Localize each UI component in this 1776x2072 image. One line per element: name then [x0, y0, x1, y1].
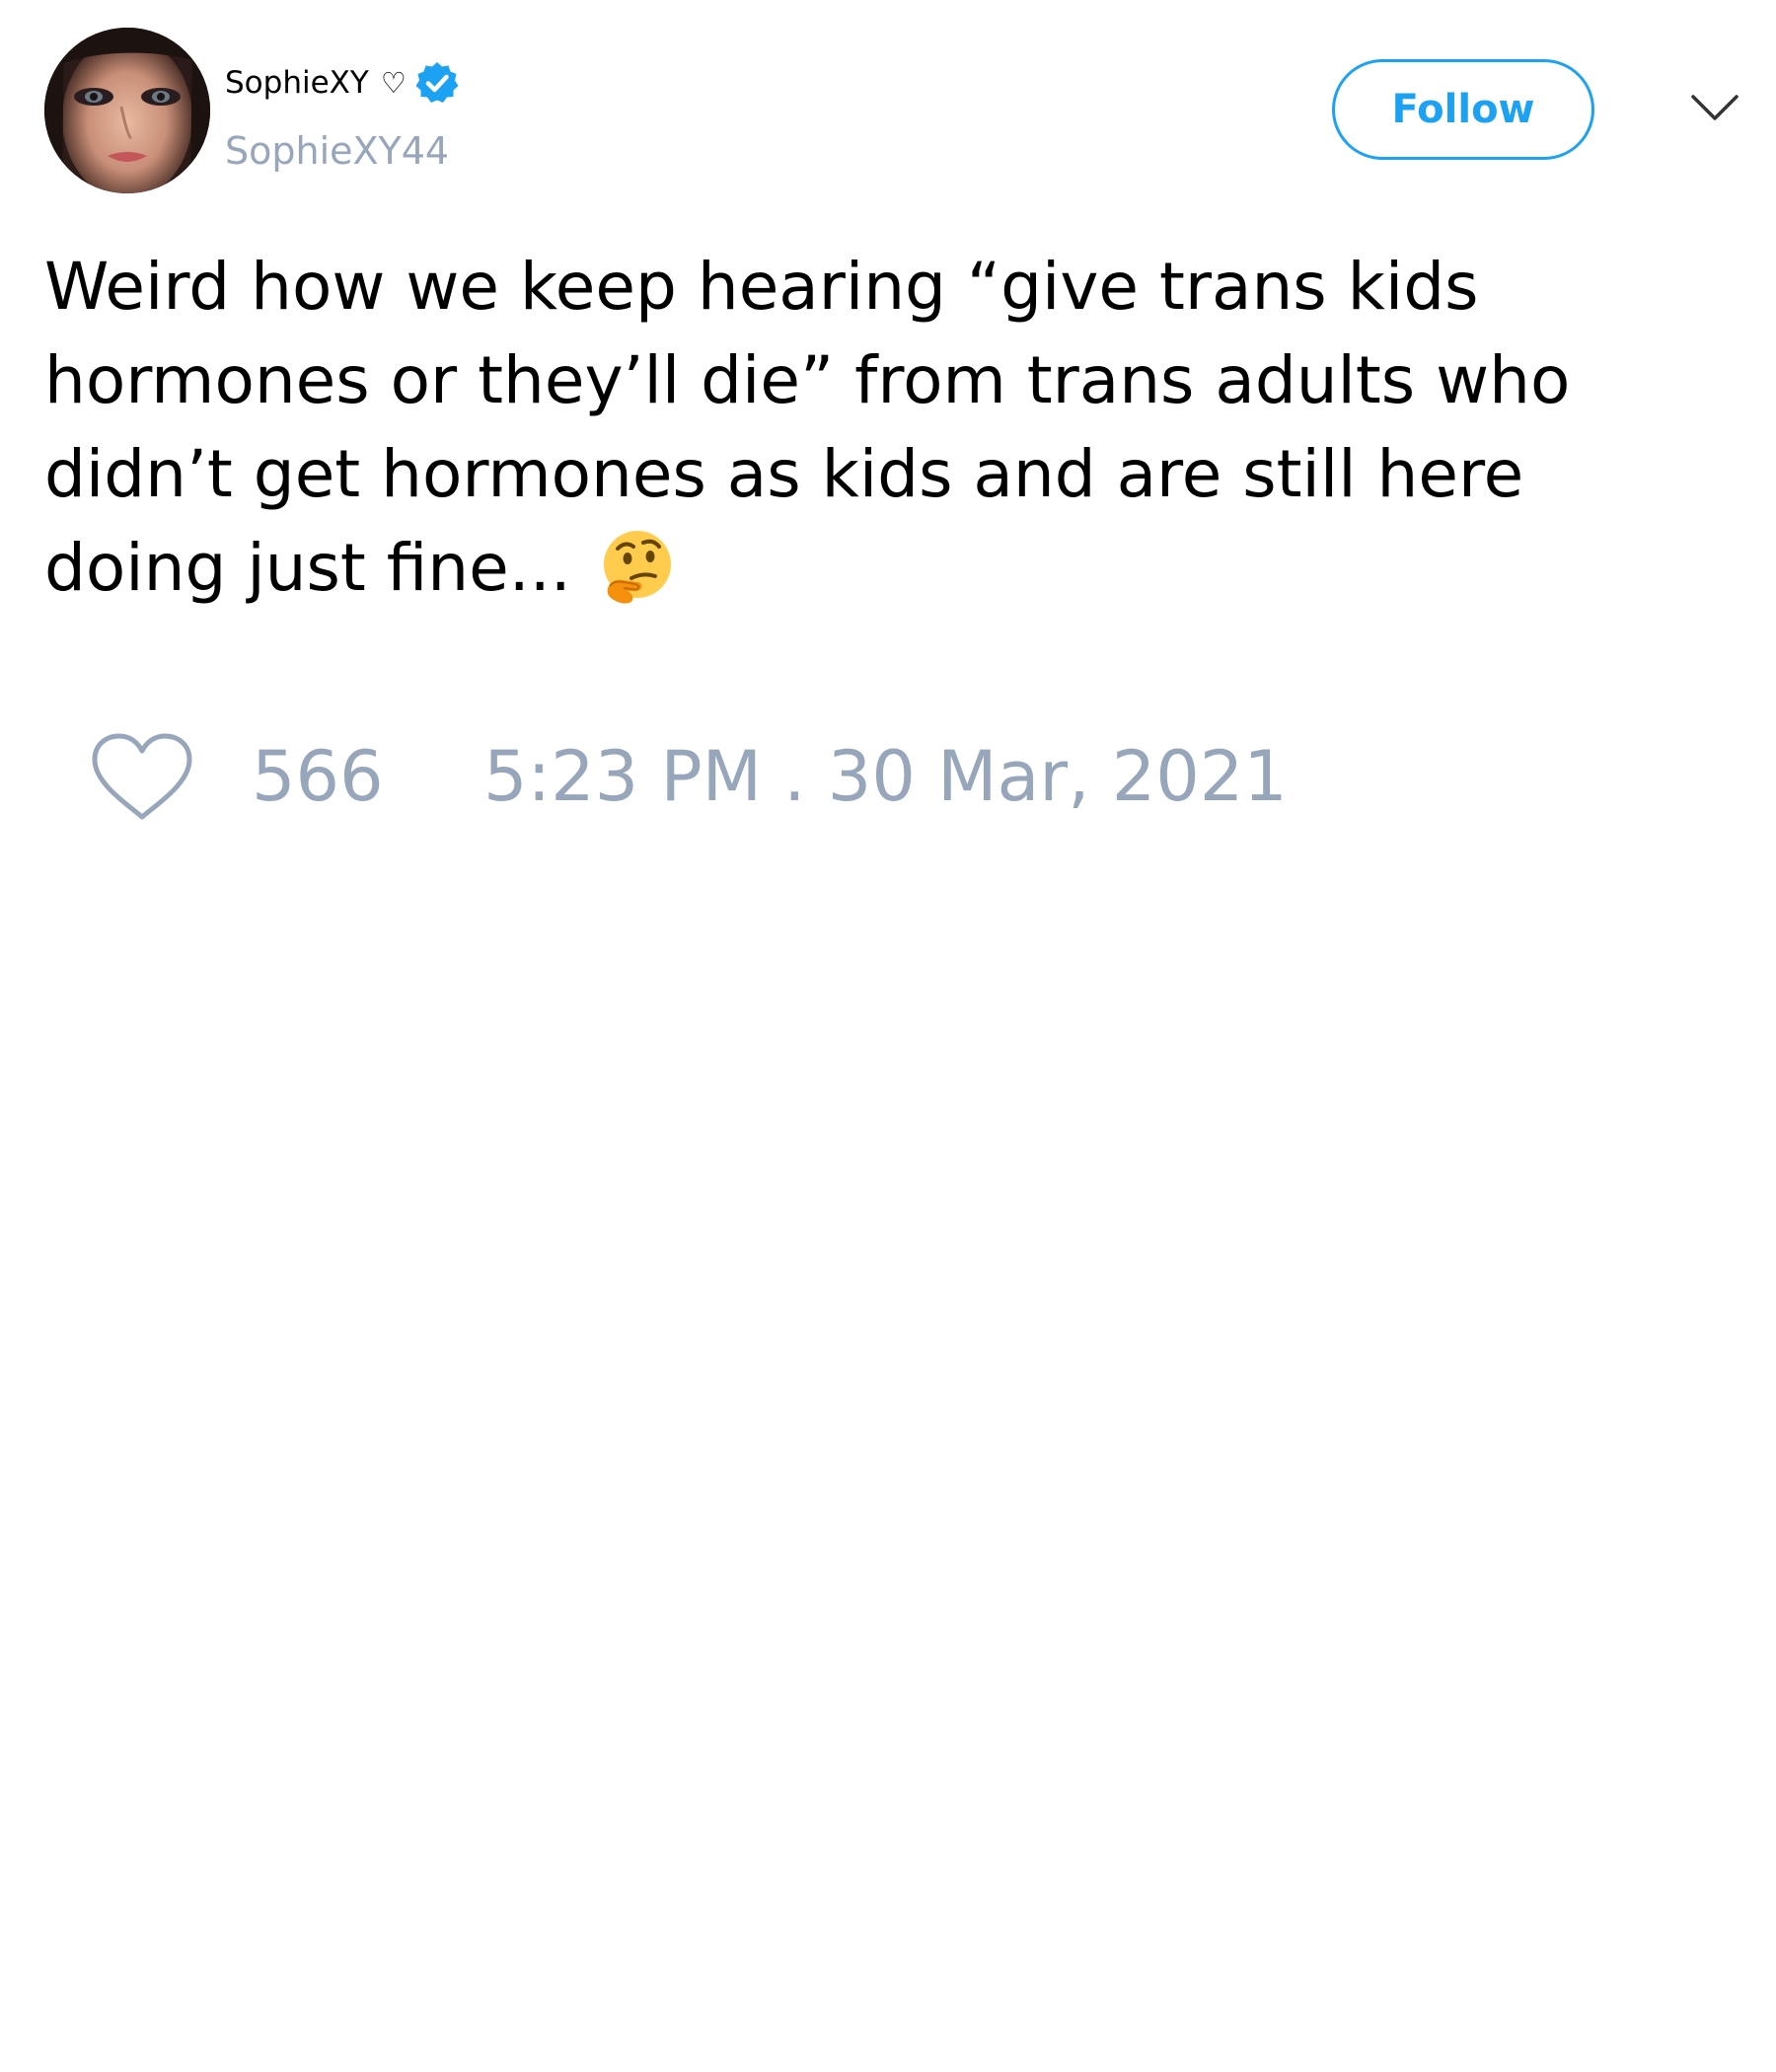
heart-like-icon[interactable] — [89, 730, 195, 825]
tweet-text-line: doing just fine... — [44, 530, 571, 606]
avatar[interactable] — [44, 28, 210, 193]
tweet-text-line-last: doing just fine... — [44, 521, 1741, 615]
follow-button[interactable]: Follow — [1332, 59, 1594, 160]
timestamp[interactable]: 5:23 PM . 30 Mar, 2021 — [483, 735, 1288, 818]
author-name-row: SophieXY ♡ — [225, 61, 460, 105]
like-count: 566 — [252, 736, 384, 817]
username[interactable]: SophieXY44 — [225, 126, 449, 176]
tweet-text: Weird how we keep hearing “give trans ki… — [44, 240, 1741, 615]
name-heart-glyph: ♡ — [380, 66, 407, 100]
tweet-text-line: didn’t get hormones as kids and are stil… — [44, 436, 1524, 512]
verified-badge-icon — [415, 62, 459, 103]
tweet-text-line: Weird how we keep hearing “give trans ki… — [44, 249, 1479, 325]
thinking-face-emoji-icon — [598, 527, 677, 606]
avatar-image — [44, 28, 210, 193]
tweet-text-line: hormones or they’ll die” from trans adul… — [44, 342, 1571, 418]
display-name[interactable]: SophieXY — [225, 61, 369, 105]
tweet-card: SophieXY ♡ SophieXY44 Follow Weird how w… — [0, 0, 1776, 2072]
chevron-down-icon[interactable] — [1689, 89, 1740, 128]
